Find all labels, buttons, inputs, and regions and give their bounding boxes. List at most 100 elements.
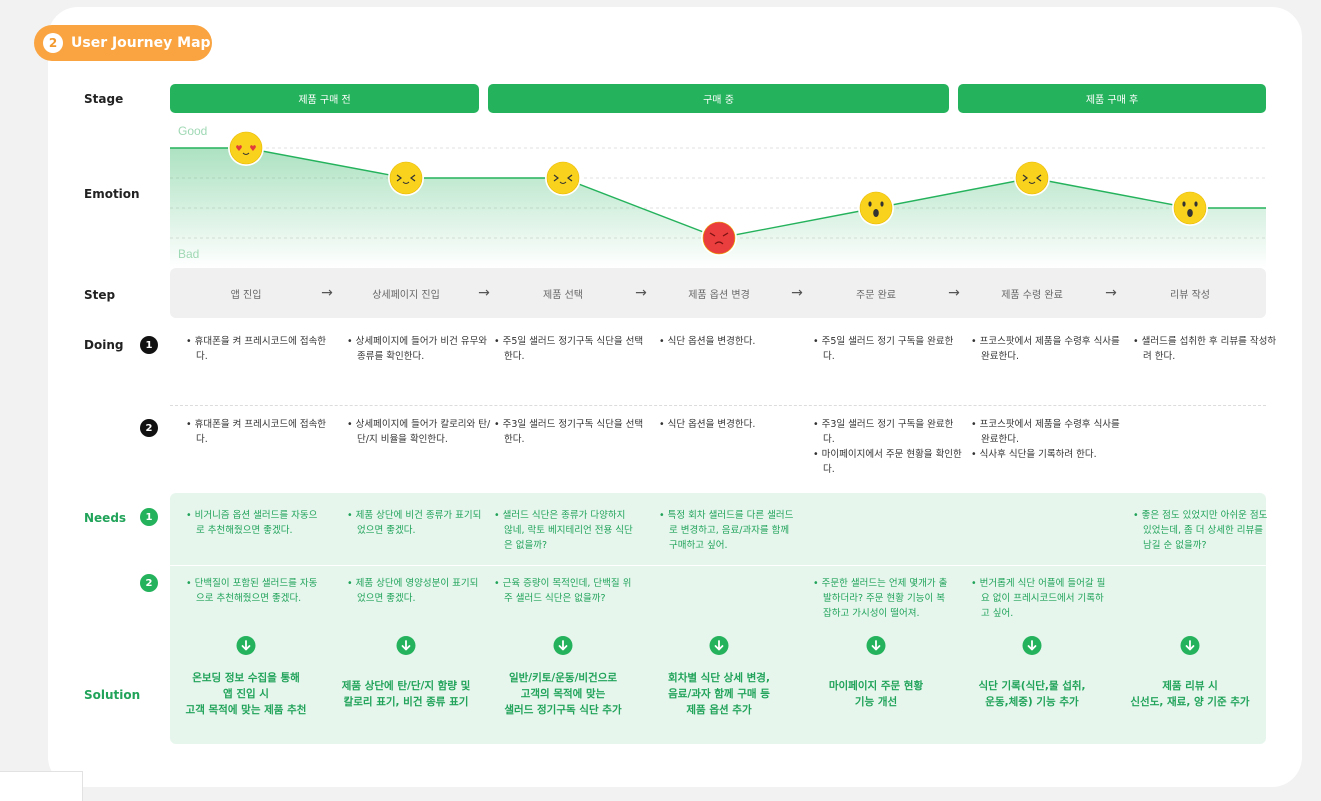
solution-line: 마이페이지 주문 현황: [828, 680, 924, 692]
needs-row1-cell: • 샐러드 식단은 종류가 다양하지 않네, 락토 베지테리언 전용 식단은 없…: [494, 508, 634, 553]
emotion-curve-chart: Good Bad ♥ ♥: [170, 124, 1266, 268]
doing-divider: [170, 405, 1266, 406]
needs-row2-cell: • 제품 상단에 영양성분이 표기되었으면 좋겠다.: [347, 576, 487, 606]
needs-row1-cell: • 특정 회차 샐러드를 다른 샐러드로 변경하고, 음료/과자를 함께 구매하…: [659, 508, 799, 553]
step-3: 제품 선택: [543, 289, 583, 301]
solution-line: 신선도, 재료, 양 기준 추가: [1130, 696, 1250, 708]
step-6: 제품 수령 완료: [1001, 289, 1063, 301]
doing-row2-cell: • 휴대폰을 켜 프레시코드에 접속한다.: [186, 417, 336, 447]
solution-2: 제품 상단에 탄/단/지 함량 및칼로리 표기, 비건 종류 표기: [331, 678, 481, 710]
doing-item: • 휴대폰을 켜 프레시코드에 접속한다.: [186, 419, 327, 445]
needs-item: • 근육 증량이 목적인데, 단백질 위주 샐러드 식단은 없을까?: [494, 578, 632, 604]
needs-row2-cell: • 단백질이 포함된 샐러드를 자동으로 추천해줬으면 좋겠다.: [186, 576, 326, 606]
emotion-face-happy-icon: [388, 160, 424, 196]
svg-text:♥: ♥: [235, 144, 242, 153]
needs-item: • 단백질이 포함된 샐러드를 자동으로 추천해줬으면 좋겠다.: [186, 578, 318, 604]
section-title: User Journey Map: [71, 35, 211, 51]
doing-item: • 주3일 샐러드 정기구독 식단을 선택한다.: [494, 419, 644, 445]
emotion-good-label: Good: [178, 124, 207, 138]
doing-row2-cell: • 식단 옵션을 변경한다.: [659, 417, 809, 432]
step-5: 주문 완료: [856, 289, 896, 301]
stage-during-purchase: 구매 중: [488, 84, 949, 113]
solution-7: 제품 리뷰 시 신선도, 재료, 양 기준 추가: [1115, 678, 1265, 710]
solution-line: 온보딩 정보 수집을 통해: [192, 672, 300, 684]
arrow-down-circle-icon: [236, 636, 256, 655]
solution-line: 제품 옵션 추가: [686, 704, 752, 716]
step-arrow-icon: →: [791, 285, 803, 301]
emotion-face-surprised-icon: [858, 190, 894, 226]
solution-line: 음료/과자 함께 구매 등: [668, 688, 770, 700]
row-label-solution: Solution: [84, 688, 141, 702]
doing-item: • 상세페이지에 들어가 칼로리와 탄/단/지 비율을 확인한다.: [347, 419, 491, 445]
needs-item: • 샐러드 식단은 종류가 다양하지 않네, 락토 베지테리언 전용 식단은 없…: [494, 510, 633, 551]
doing-row1-cell: • 샐러드를 섭취한 후 리뷰를 작성하려 한다.: [1133, 334, 1283, 364]
emotion-face-surprised-icon: [1172, 190, 1208, 226]
doing-row1-cell: • 휴대폰을 켜 프레시코드에 접속한다.: [186, 334, 336, 364]
arrow-down-circle-icon: [553, 636, 573, 655]
doing-item: • 식사후 식단을 기록하려 한다.: [971, 449, 1097, 460]
needs-item: • 좋은 점도 있었지만 아쉬운 점도 있었는데, 좀 더 상세한 리뷰를 남길…: [1133, 510, 1268, 551]
arrow-down-circle-icon: [709, 636, 729, 655]
needs-item: • 제품 상단에 비건 종류가 표기되었으면 좋겠다.: [347, 510, 482, 536]
solution-line: 고객의 목적에 맞는: [520, 688, 606, 700]
emotion-bad-label: Bad: [178, 247, 199, 261]
emotion-face-happy-icon: [545, 160, 581, 196]
doing-row2-cell: • 주3일 샐러드 정기구독 식단을 선택한다.: [494, 417, 644, 447]
solution-line: 회차별 식단 상세 변경,: [668, 672, 770, 684]
solution-line: 기능 개선: [854, 696, 898, 708]
arrow-down-circle-icon: [396, 636, 416, 655]
needs-persona-1-badge: 1: [140, 508, 158, 526]
solution-line: 일반/키토/운동/비건으로: [508, 672, 618, 684]
doing-persona-2-badge: 2: [140, 419, 158, 437]
doing-item: • 프코스팟에서 제품을 수령후 식사를 완료한다.: [971, 336, 1120, 362]
solution-line: 식단 기록(식단,물 섭취,: [978, 680, 1086, 692]
emotion-face-love-icon: ♥ ♥: [228, 130, 264, 166]
arrow-down-circle-icon: [1022, 636, 1042, 655]
section-number: 2: [43, 33, 63, 53]
row-label-doing: Doing: [84, 338, 124, 352]
step-4: 제품 옵션 변경: [688, 289, 750, 301]
doing-item: • 식단 옵션을 변경한다.: [659, 419, 756, 430]
arrow-down-circle-icon: [1180, 636, 1200, 655]
needs-row1-cell: • 좋은 점도 있었지만 아쉬운 점도 있었는데, 좀 더 상세한 리뷰를 남길…: [1133, 508, 1273, 553]
solution-line: 샐러드 정기구독 식단 추가: [504, 704, 622, 716]
doing-row2-cell: • 프코스팟에서 제품을 수령후 식사를 완료한다. • 식사후 식단을 기록하려…: [971, 417, 1121, 462]
row-label-emotion: Emotion: [84, 187, 140, 201]
doing-item: • 주3일 샐러드 정기 구독을 완료한다.: [813, 419, 954, 445]
step-1: 앱 진입: [230, 289, 262, 301]
solution-line: 운동,체중) 기능 추가: [985, 696, 1079, 708]
solution-line: 칼로리 표기, 비건 종류 표기: [343, 696, 469, 708]
doing-item: • 프코스팟에서 제품을 수령후 식사를 완료한다.: [971, 419, 1120, 445]
solution-1: 온보딩 정보 수집을 통해 앱 진입 시 고객 목적에 맞는 제품 추천: [171, 670, 321, 718]
step-arrow-icon: →: [478, 285, 490, 301]
needs-item: • 비거니즘 옵션 샐러드를 자동으로 추천해줬으면 좋겠다.: [186, 510, 318, 536]
doing-item: • 상세페이지에 들어가 비건 유무와 종류를 확인한다.: [347, 336, 488, 362]
doing-row1-cell: • 상세페이지에 들어가 비건 유무와 종류를 확인한다.: [347, 334, 497, 364]
doing-persona-1-badge: 1: [140, 336, 158, 354]
emotion-face-angry-icon: [701, 220, 737, 256]
needs-row2-cell: • 근육 증량이 목적인데, 단백질 위주 샐러드 식단은 없을까?: [494, 576, 634, 606]
doing-row1-cell: • 프코스팟에서 제품을 수령후 식사를 완료한다.: [971, 334, 1121, 364]
doing-item: • 샐러드를 섭취한 후 리뷰를 작성하려 한다.: [1133, 336, 1277, 362]
row-label-needs: Needs: [84, 511, 127, 525]
row-label-stage: Stage: [84, 92, 124, 106]
svg-text:♥: ♥: [249, 144, 256, 153]
solution-line: 제품 상단에 탄/단/지 함량 및: [341, 680, 471, 692]
step-arrow-icon: →: [1105, 285, 1117, 301]
needs-item: • 주문한 샐러드는 언제 몇개가 출발하더라? 주문 현황 기능이 복잡하고 …: [813, 578, 948, 619]
needs-row2-cell: • 주문한 샐러드는 언제 몇개가 출발하더라? 주문 현황 기능이 복잡하고 …: [813, 576, 953, 621]
doing-row1-cell: • 주5일 샐러드 정기 구독을 완료한다.: [813, 334, 963, 364]
doing-row2-cell: • 주3일 샐러드 정기 구독을 완료한다. • 마이페이지에서 주문 현황을 확…: [813, 417, 963, 477]
doing-row1-cell: • 식단 옵션을 변경한다.: [659, 334, 809, 349]
emotion-face-happy-icon: [1014, 160, 1050, 196]
row-label-step: Step: [84, 288, 116, 302]
solution-line: 앱 진입 시: [223, 688, 269, 700]
doing-row1-cell: • 주5일 샐러드 정기구독 식단을 선택한다.: [494, 334, 644, 364]
solution-4: 회차별 식단 상세 변경, 음료/과자 함께 구매 등제품 옵션 추가: [644, 670, 794, 718]
step-7: 리뷰 작성: [1170, 289, 1210, 301]
needs-item: • 제품 상단에 영양성분이 표기되었으면 좋겠다.: [347, 578, 479, 604]
doing-item: • 주5일 샐러드 정기구독 식단을 선택한다.: [494, 336, 644, 362]
needs-item: • 번거롭게 식단 어플에 들어갈 필요 없이 프레시코드에서 기록하고 싶어.: [971, 578, 1106, 619]
doing-item: • 식단 옵션을 변경한다.: [659, 336, 756, 347]
solution-3: 일반/키토/운동/비건으로고객의 목적에 맞는샐러드 정기구독 식단 추가: [488, 670, 638, 718]
